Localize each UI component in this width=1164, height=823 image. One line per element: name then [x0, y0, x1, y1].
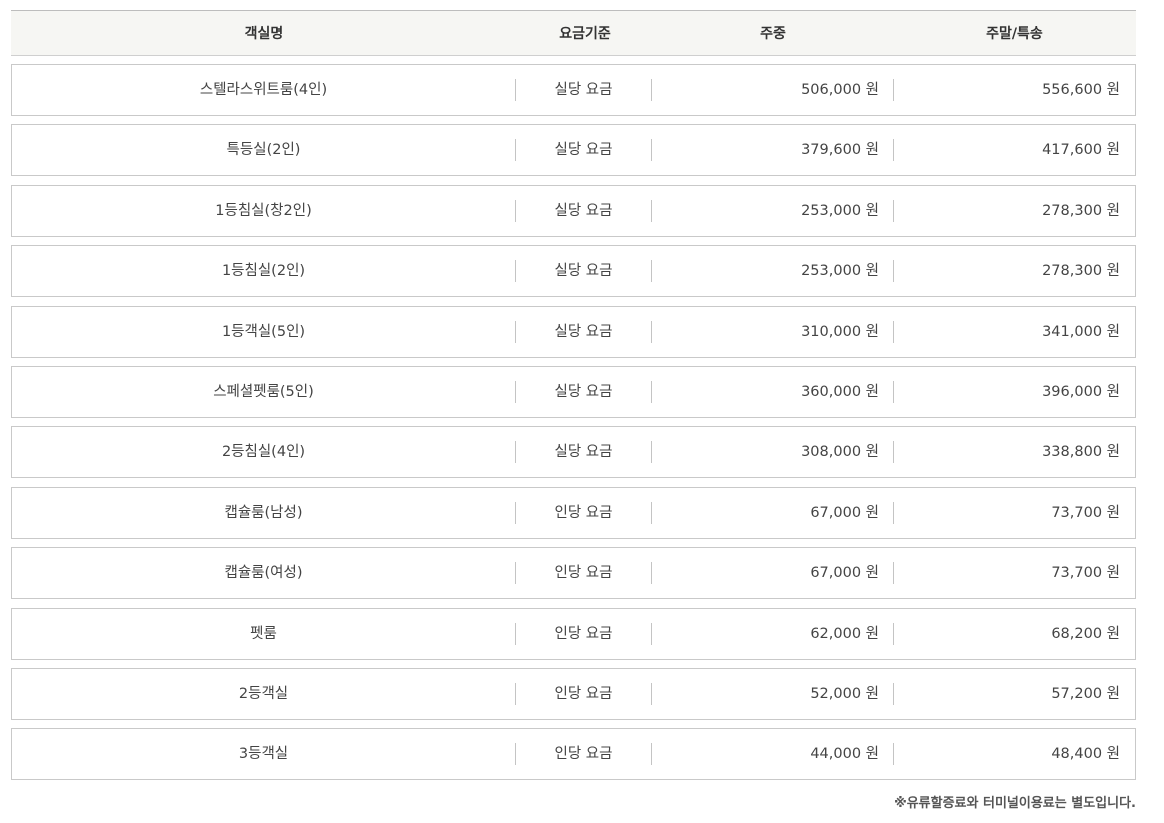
weekday-fare: 379,600 원: [652, 139, 894, 162]
weekend-fare: 396,000 원: [1042, 383, 1120, 400]
weekday-fare: 62,000 원: [652, 622, 894, 645]
table-row: 캡슐룸(여성) 인당 요금 67,000 원 73,700 원: [11, 547, 1136, 600]
weekday-fare: 52,000 원: [652, 682, 894, 705]
room-name: 1등침실(2인): [12, 260, 516, 283]
room-name: 1등객실(5인): [12, 320, 516, 343]
fare-basis: 인당 요금: [516, 622, 652, 645]
weekend-fare: 57,200 원: [1051, 685, 1120, 702]
weekend-fare: 73,700 원: [1051, 565, 1120, 582]
header-room-name: 객실명: [244, 26, 284, 42]
room-name: 특등실(2인): [12, 139, 516, 162]
weekday-fare: 44,000 원: [652, 743, 894, 766]
header-weekend: 주말/특송: [986, 26, 1043, 42]
weekend-fare: 278,300 원: [1042, 202, 1120, 219]
room-name: 2등침실(4인): [12, 441, 516, 464]
fare-basis: 실당 요금: [516, 320, 652, 343]
fare-basis: 인당 요금: [516, 682, 652, 705]
table-row: 특등실(2인) 실당 요금 379,600 원 417,600 원: [11, 124, 1136, 177]
room-name: 1등침실(창2인): [12, 199, 516, 222]
weekend-fare: 341,000 원: [1042, 323, 1120, 340]
weekday-fare: 360,000 원: [652, 380, 894, 403]
table-row: 2등객실 인당 요금 52,000 원 57,200 원: [11, 667, 1136, 720]
room-name: 캡슐룸(남성): [12, 501, 516, 524]
table-row: 3등객실 인당 요금 44,000 원 48,400 원: [11, 728, 1136, 781]
weekday-fare: 67,000 원: [652, 562, 894, 585]
weekday-fare: 67,000 원: [652, 501, 894, 524]
fare-basis: 실당 요금: [516, 79, 652, 101]
room-name: 펫룸: [12, 622, 516, 645]
weekday-fare: 310,000 원: [652, 320, 894, 343]
table-body: 스텔라스위트룸(4인) 실당 요금 506,000 원 556,600 원 특등…: [11, 64, 1136, 781]
weekend-fare: 68,200 원: [1051, 625, 1120, 642]
table-header: 객실명 요금기준 주중 주말/특송: [11, 10, 1136, 56]
table-row: 캡슐룸(남성) 인당 요금 67,000 원 73,700 원: [11, 486, 1136, 539]
weekday-fare: 506,000 원: [652, 79, 894, 101]
weekend-fare: 48,400 원: [1051, 746, 1120, 763]
table-row: 1등침실(창2인) 실당 요금 253,000 원 278,300 원: [11, 184, 1136, 237]
fare-table: 객실명 요금기준 주중 주말/특송 스텔라스위트룸(4인) 실당 요금 506,…: [11, 10, 1136, 789]
header-fare-basis: 요금기준: [559, 26, 611, 42]
fare-basis: 실당 요금: [516, 139, 652, 162]
weekday-fare: 308,000 원: [652, 441, 894, 464]
table-row: 1등침실(2인) 실당 요금 253,000 원 278,300 원: [11, 245, 1136, 298]
fare-basis: 실당 요금: [516, 260, 652, 283]
room-name: 스페셜펫룸(5인): [12, 380, 516, 403]
table-row: 2등침실(4인) 실당 요금 308,000 원 338,800 원: [11, 426, 1136, 479]
fare-basis: 인당 요금: [516, 562, 652, 585]
fare-basis: 실당 요금: [516, 441, 652, 464]
fare-basis: 실당 요금: [516, 199, 652, 222]
surcharge-note: ※유류할증료와 터미널이용료는 별도입니다.: [894, 796, 1136, 811]
weekday-fare: 253,000 원: [652, 260, 894, 283]
weekend-fare: 556,600 원: [1042, 82, 1120, 98]
room-name: 3등객실: [12, 743, 516, 766]
fare-basis: 인당 요금: [516, 501, 652, 524]
weekend-fare: 278,300 원: [1042, 263, 1120, 280]
table-row: 스페셜펫룸(5인) 실당 요금 360,000 원 396,000 원: [11, 365, 1136, 418]
room-name: 2등객실: [12, 682, 516, 705]
table-row: 1등객실(5인) 실당 요금 310,000 원 341,000 원: [11, 305, 1136, 358]
table-row: 스텔라스위트룸(4인) 실당 요금 506,000 원 556,600 원: [11, 64, 1136, 116]
room-name: 스텔라스위트룸(4인): [12, 79, 516, 101]
fare-basis: 실당 요금: [516, 380, 652, 403]
weekend-fare: 417,600 원: [1042, 142, 1120, 159]
fare-basis: 인당 요금: [516, 743, 652, 766]
header-weekday: 주중: [760, 26, 786, 42]
weekend-fare: 73,700 원: [1051, 504, 1120, 521]
table-row: 펫룸 인당 요금 62,000 원 68,200 원: [11, 607, 1136, 660]
weekday-fare: 253,000 원: [652, 199, 894, 222]
weekend-fare: 338,800 원: [1042, 444, 1120, 461]
room-name: 캡슐룸(여성): [12, 562, 516, 585]
